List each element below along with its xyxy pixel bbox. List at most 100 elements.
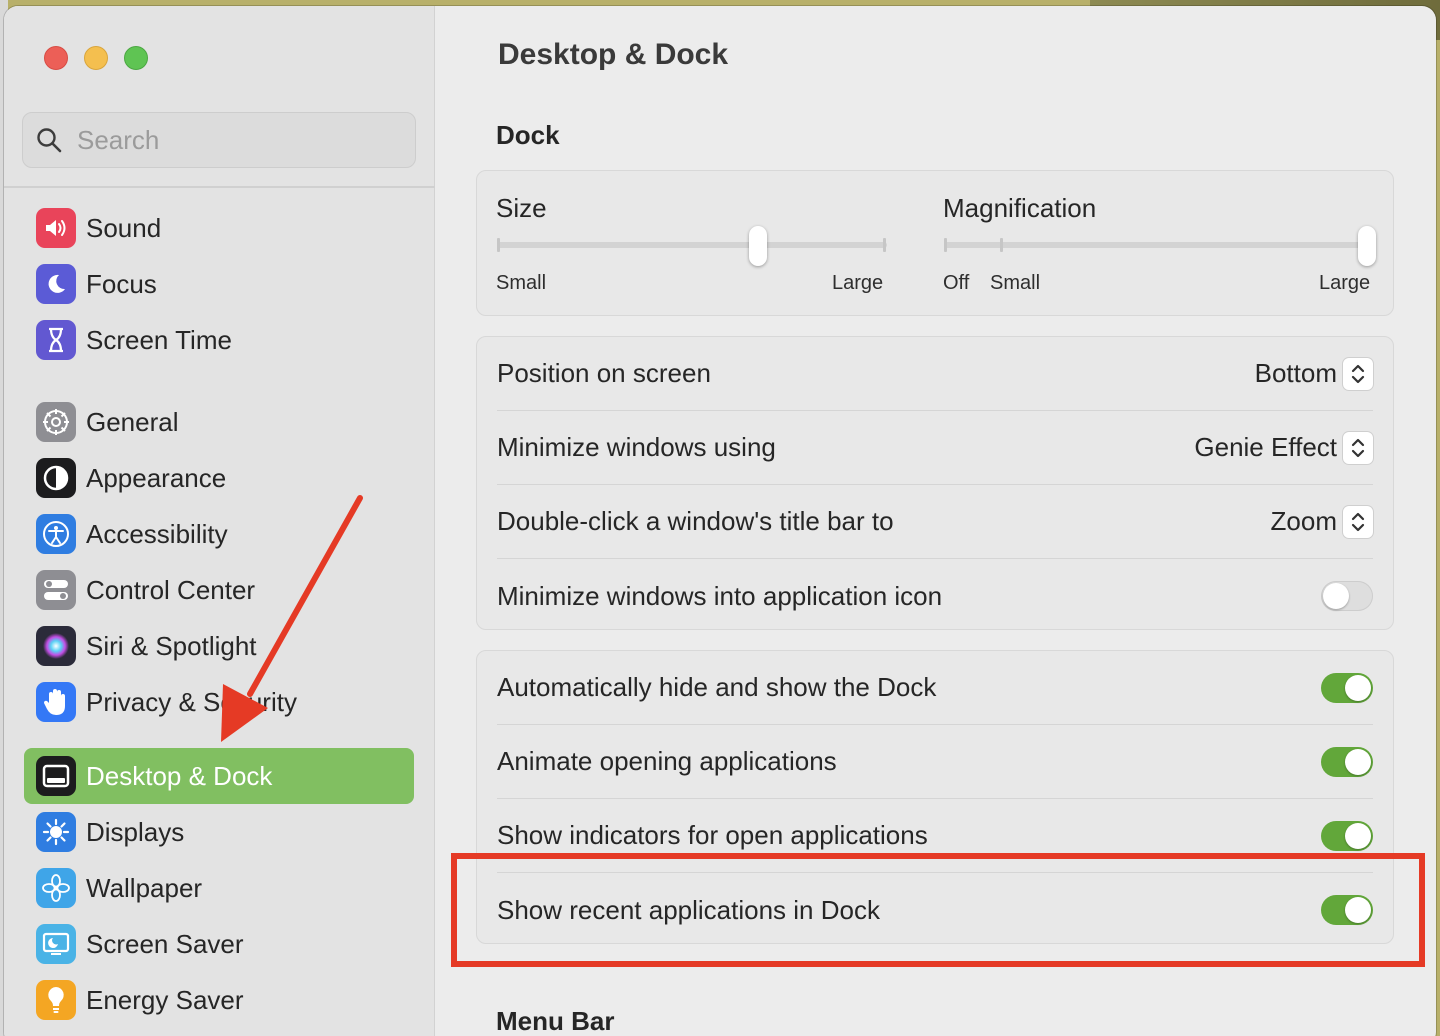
sidebar-item-label: Displays	[86, 816, 185, 847]
window-controls	[44, 46, 148, 70]
size-max-label: Large	[832, 272, 884, 294]
sidebar-item-siri[interactable]: Siri & Spotlight	[24, 618, 414, 674]
page-title: Desktop & Dock	[498, 38, 729, 71]
section-title-dock: Dock	[496, 120, 560, 150]
sidebar-item-screensaver[interactable]: Screen Saver	[24, 916, 414, 972]
animate-opening-toggle[interactable]	[1321, 746, 1373, 777]
toggles-icon	[36, 570, 76, 610]
hourglass-icon	[36, 320, 76, 360]
show-indicators-row: Show indicators for open applications	[497, 799, 1373, 873]
minimize-windows-using-row: Minimize windows using Genie Effect	[497, 411, 1373, 485]
size-slider-tick	[497, 238, 500, 252]
show-recent-apps-row: Show recent applications in Dock	[497, 873, 1373, 947]
double-click-title-bar-row: Double-click a window's title bar to Zoo…	[497, 485, 1373, 559]
search-icon	[37, 128, 62, 153]
section-title-menu-bar: Menu Bar	[496, 1006, 615, 1036]
sidebar-item-toggles[interactable]: Control Center	[24, 562, 414, 618]
sidebar-item-label: Energy Saver	[86, 984, 244, 1015]
position-on-screen-popup[interactable]: Bottom	[1254, 357, 1373, 390]
sidebar-item-label: Screen Saver	[86, 928, 244, 959]
position-on-screen-value: Bottom	[1254, 358, 1337, 388]
dock-sliders-card: Size Small Large Magnification Off Small…	[476, 170, 1394, 316]
sidebar-item-flower[interactable]: Wallpaper	[24, 860, 414, 916]
size-slider-knob[interactable]	[749, 226, 768, 266]
show-indicators-label: Show indicators for open applications	[497, 820, 928, 850]
show-recent-apps-toggle[interactable]	[1321, 895, 1373, 925]
dock-behavior-card: Position on screen Bottom Minimize windo…	[476, 336, 1394, 630]
show-recent-apps-label: Show recent applications in Dock	[497, 894, 880, 925]
sidebar-item-label: Siri & Spotlight	[86, 630, 257, 661]
sidebar-item-label: Sound	[86, 212, 162, 243]
minimize-into-icon-toggle[interactable]	[1321, 581, 1373, 611]
magnification-off-label: Off	[943, 272, 970, 294]
sidebar-item-accessibility[interactable]: Accessibility	[24, 506, 414, 562]
sidebar-item-label: Desktop & Dock	[86, 760, 273, 791]
toggle-knob	[1345, 748, 1371, 775]
sidebar-item-gear[interactable]: General	[24, 394, 414, 450]
toggle-knob	[1345, 822, 1371, 849]
toggle-knob	[1323, 583, 1349, 609]
accessibility-icon	[36, 514, 76, 554]
gear-icon	[36, 402, 76, 442]
minimize-into-icon-row: Minimize windows into application icon	[497, 559, 1373, 633]
sun-icon	[36, 812, 76, 852]
speaker-icon	[36, 208, 76, 248]
sidebar-item-label: Focus	[86, 268, 157, 299]
sidebar-item-sun[interactable]: Displays	[24, 804, 414, 860]
updown-chevron-icon	[1343, 357, 1373, 390]
magnification-slider-track[interactable]	[944, 242, 1374, 248]
size-slider-track[interactable]	[497, 242, 887, 248]
flower-icon	[36, 868, 76, 908]
sidebar-item-hand[interactable]: Privacy & Security	[24, 674, 414, 730]
appearance-icon	[36, 458, 76, 498]
auto-hide-dock-row: Automatically hide and show the Dock	[497, 651, 1373, 725]
main-pane: Desktop & Dock Dock Size Small Large Mag…	[436, 6, 1436, 1036]
sidebar-item-label: Wallpaper	[86, 872, 203, 903]
screensaver-icon	[36, 924, 76, 964]
search-field[interactable]: Search	[22, 112, 416, 168]
zoom-window-button[interactable]	[124, 46, 148, 70]
double-click-title-bar-popup[interactable]: Zoom	[1270, 505, 1373, 538]
hand-icon	[36, 682, 76, 722]
minimize-into-icon-label: Minimize windows into application icon	[497, 580, 943, 611]
double-click-title-bar-value: Zoom	[1270, 506, 1337, 536]
size-slider-label: Size	[496, 193, 547, 223]
auto-hide-dock-label: Automatically hide and show the Dock	[497, 672, 937, 702]
updown-chevron-icon	[1343, 431, 1373, 464]
show-indicators-toggle[interactable]	[1321, 820, 1373, 851]
sidebar-item-label: Privacy & Security	[86, 686, 297, 717]
double-click-title-bar-label: Double-click a window's title bar to	[497, 506, 894, 536]
magnification-min-label: Small	[990, 272, 1041, 294]
sidebar-item-moon[interactable]: Focus	[24, 256, 414, 312]
sidebar-item-label: Screen Time	[86, 324, 232, 355]
minimize-windows-using-value: Genie Effect	[1194, 432, 1337, 462]
moon-icon	[36, 264, 76, 304]
position-on-screen-label: Position on screen	[497, 358, 711, 388]
position-on-screen-row: Position on screen Bottom	[497, 337, 1373, 411]
siri-icon	[36, 626, 76, 666]
sidebar-item-bulb[interactable]: Energy Saver	[24, 972, 414, 1028]
toggle-knob	[1345, 674, 1371, 701]
magnification-slider-knob[interactable]	[1358, 226, 1376, 266]
sidebar-item-appearance[interactable]: Appearance	[24, 450, 414, 506]
sidebar-item-hourglass[interactable]: Screen Time	[24, 312, 414, 368]
dock-icon	[36, 756, 76, 796]
settings-window: Search Sound Focus Screen Time General Appea…	[4, 6, 1436, 1036]
minimize-windows-using-popup[interactable]: Genie Effect	[1194, 431, 1373, 464]
animate-opening-label: Animate opening applications	[497, 746, 837, 776]
dock-toggles-card: Automatically hide and show the Dock Ani…	[476, 650, 1394, 944]
size-slider-tick	[883, 238, 886, 252]
sidebar-item-speaker[interactable]: Sound	[24, 200, 414, 256]
sidebar-item-label: Control Center	[86, 574, 256, 605]
sidebar-item-label: Appearance	[86, 462, 227, 493]
magnification-max-label: Large	[1319, 272, 1371, 294]
auto-hide-dock-toggle[interactable]	[1321, 672, 1373, 703]
toggle-knob	[1345, 897, 1371, 923]
close-window-button[interactable]	[44, 46, 68, 70]
sidebar-item-dock[interactable]: Desktop & Dock	[24, 748, 414, 804]
sidebar-divider	[4, 186, 435, 188]
animate-opening-row: Animate opening applications	[497, 725, 1373, 799]
minimize-window-button[interactable]	[84, 46, 108, 70]
updown-chevron-icon	[1343, 505, 1373, 538]
size-min-label: Small	[496, 272, 547, 294]
